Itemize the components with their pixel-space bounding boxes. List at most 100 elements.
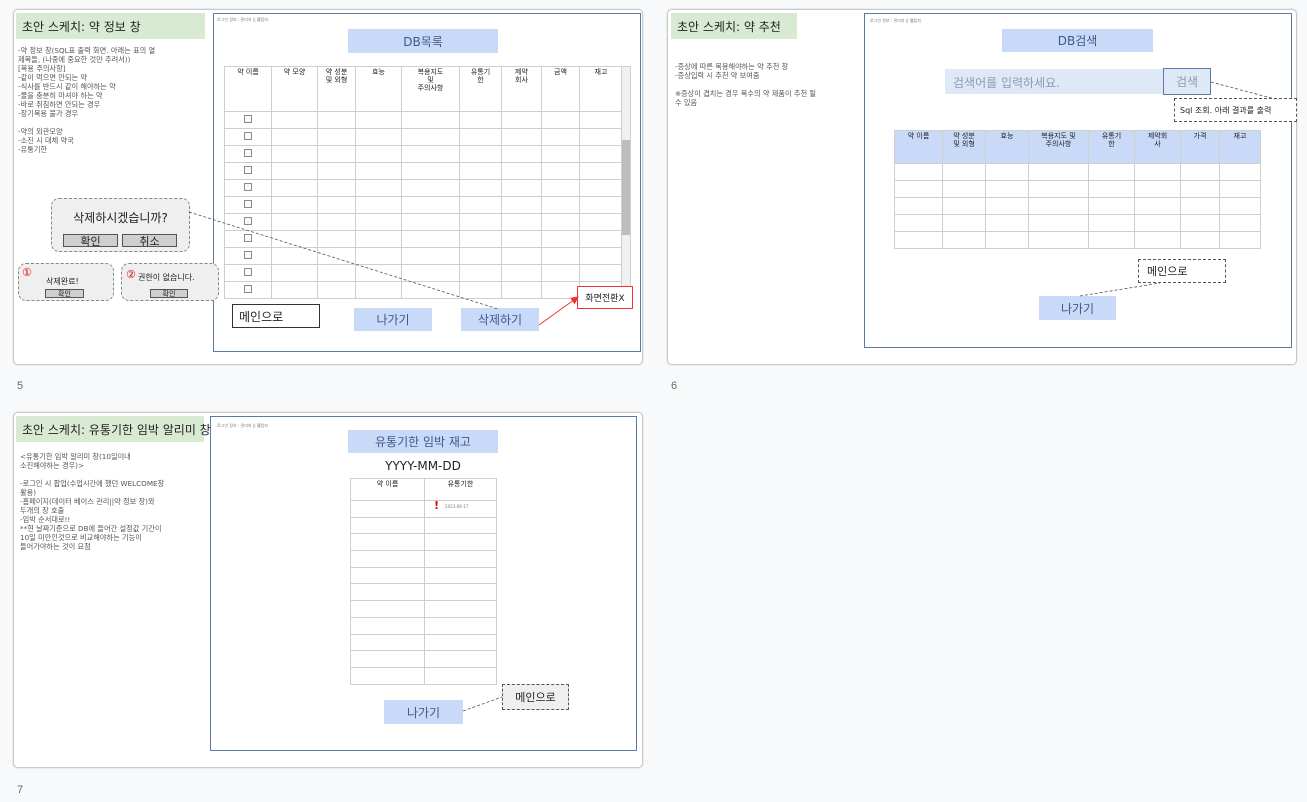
login-info: 로그인 정보 : 관리자 || 웰컴자: [217, 423, 268, 428]
table-cell: [271, 111, 318, 129]
table-row[interactable]: [350, 533, 497, 552]
table-row[interactable]: [224, 230, 623, 248]
table-row[interactable]: [224, 196, 623, 214]
table-cell: [459, 128, 502, 146]
table-row[interactable]: [894, 231, 1261, 249]
table-cell: [1134, 197, 1181, 215]
table-row[interactable]: [350, 550, 497, 568]
table-row[interactable]: [350, 600, 497, 618]
table-row[interactable]: [224, 213, 623, 231]
row-checkbox[interactable]: [244, 132, 252, 140]
table-cell: [355, 213, 402, 231]
table-row[interactable]: [224, 128, 623, 146]
row-checkbox[interactable]: [244, 149, 252, 157]
table-cell: [271, 128, 318, 146]
table-cell: [541, 230, 580, 248]
table-cell: [459, 230, 502, 248]
row-checkbox[interactable]: [244, 115, 252, 123]
table-cell: [501, 162, 542, 180]
col-header: 제약 회사: [501, 66, 542, 112]
exit-button[interactable]: 나가기: [1039, 296, 1116, 320]
table-cell: [1219, 231, 1261, 249]
row-checkbox[interactable]: [244, 251, 252, 259]
no-permission-ok-button[interactable]: 확인: [150, 289, 188, 298]
search-button[interactable]: 검색: [1163, 68, 1211, 95]
table-cell: [1028, 214, 1089, 232]
scrollbar-thumb[interactable]: [622, 140, 630, 235]
table-cell: [1180, 197, 1220, 215]
main-button[interactable]: 메인으로: [1138, 259, 1226, 283]
table-cell: [401, 196, 460, 214]
alert-icon: !: [434, 500, 440, 512]
table-cell: [1028, 180, 1089, 198]
marker-1: ①: [22, 266, 32, 279]
table-row[interactable]: [350, 616, 497, 635]
main-button[interactable]: 메인으로: [232, 304, 320, 328]
table-cell: [355, 196, 402, 214]
table-row[interactable]: [894, 214, 1261, 232]
main-button[interactable]: 메인으로: [502, 684, 569, 710]
table-cell: [541, 145, 580, 163]
table-cell: [317, 230, 356, 248]
table-row[interactable]: [894, 180, 1261, 198]
table-cell: [1134, 180, 1181, 198]
exit-button[interactable]: 나가기: [384, 700, 463, 724]
slide-number: 5: [17, 380, 24, 392]
table-cell: [579, 111, 623, 129]
table-row[interactable]: [224, 111, 623, 129]
table-row[interactable]: [224, 162, 623, 180]
slide-number: 6: [671, 380, 678, 392]
table-row[interactable]: [224, 145, 623, 163]
no-screen-change-note: 화면전환X: [577, 286, 633, 309]
row-checkbox[interactable]: [244, 166, 252, 174]
table-cell: [355, 179, 402, 197]
table-cell: [501, 281, 542, 299]
col-header: 약 이름: [350, 478, 425, 501]
col-header: 재고: [579, 66, 623, 112]
row-checkbox[interactable]: [244, 268, 252, 276]
table-cell: [1028, 197, 1089, 215]
table-cell: [271, 281, 318, 299]
table-cell: [271, 230, 318, 248]
table-row[interactable]: [224, 264, 623, 282]
table-cell: [355, 247, 402, 265]
confirm-button[interactable]: 확인: [63, 234, 118, 248]
table-cell: [424, 600, 497, 618]
row-checkbox[interactable]: [244, 183, 252, 191]
table-row[interactable]: [224, 281, 623, 299]
col-header: 금액: [541, 66, 580, 112]
delete-done-ok-button[interactable]: 확인: [45, 289, 84, 298]
cancel-button[interactable]: 취소: [122, 234, 177, 248]
row-checkbox[interactable]: [244, 200, 252, 208]
table-row[interactable]: [224, 247, 623, 265]
table-cell: [401, 145, 460, 163]
table-cell: [1088, 163, 1135, 181]
table-row[interactable]: [894, 163, 1261, 181]
exit-button[interactable]: 나가기: [354, 308, 432, 331]
col-header: 약 모양: [271, 66, 318, 112]
table-row[interactable]: [350, 583, 497, 602]
table-row[interactable]: [350, 516, 497, 535]
table-row[interactable]: [350, 566, 497, 585]
search-input[interactable]: 검색어를 입력하세요.: [945, 69, 1163, 94]
col-header: 유통기한: [424, 478, 497, 501]
table-cell: [579, 145, 623, 163]
table-cell: [459, 162, 502, 180]
table-row[interactable]: ! 2023-06-17: [350, 500, 497, 518]
row-checkbox[interactable]: [244, 285, 252, 293]
row-checkbox[interactable]: [244, 217, 252, 225]
table-row[interactable]: [350, 650, 497, 668]
table-row[interactable]: [894, 197, 1261, 215]
slide-notes: <유통기한 임박 알리미 창(10일이내 소진해야하는 경우)> -로그인 시 …: [20, 452, 165, 551]
row-checkbox[interactable]: [244, 234, 252, 242]
table-cell: [985, 197, 1029, 215]
col-header: 복용지도 및 주의사항: [1028, 130, 1089, 164]
table-cell: [401, 128, 460, 146]
table-row[interactable]: [350, 633, 497, 652]
table-row[interactable]: [350, 666, 497, 685]
col-header: 약 성분 및 외형: [317, 66, 356, 112]
search-result-table: 약 이름 약 성분 및 외형 효능 복용지도 및 주의사항 유통기 한 제약회 …: [894, 130, 1261, 249]
table-row[interactable]: [224, 179, 623, 197]
delete-button[interactable]: 삭제하기: [461, 308, 539, 331]
table-cell: [224, 111, 272, 129]
